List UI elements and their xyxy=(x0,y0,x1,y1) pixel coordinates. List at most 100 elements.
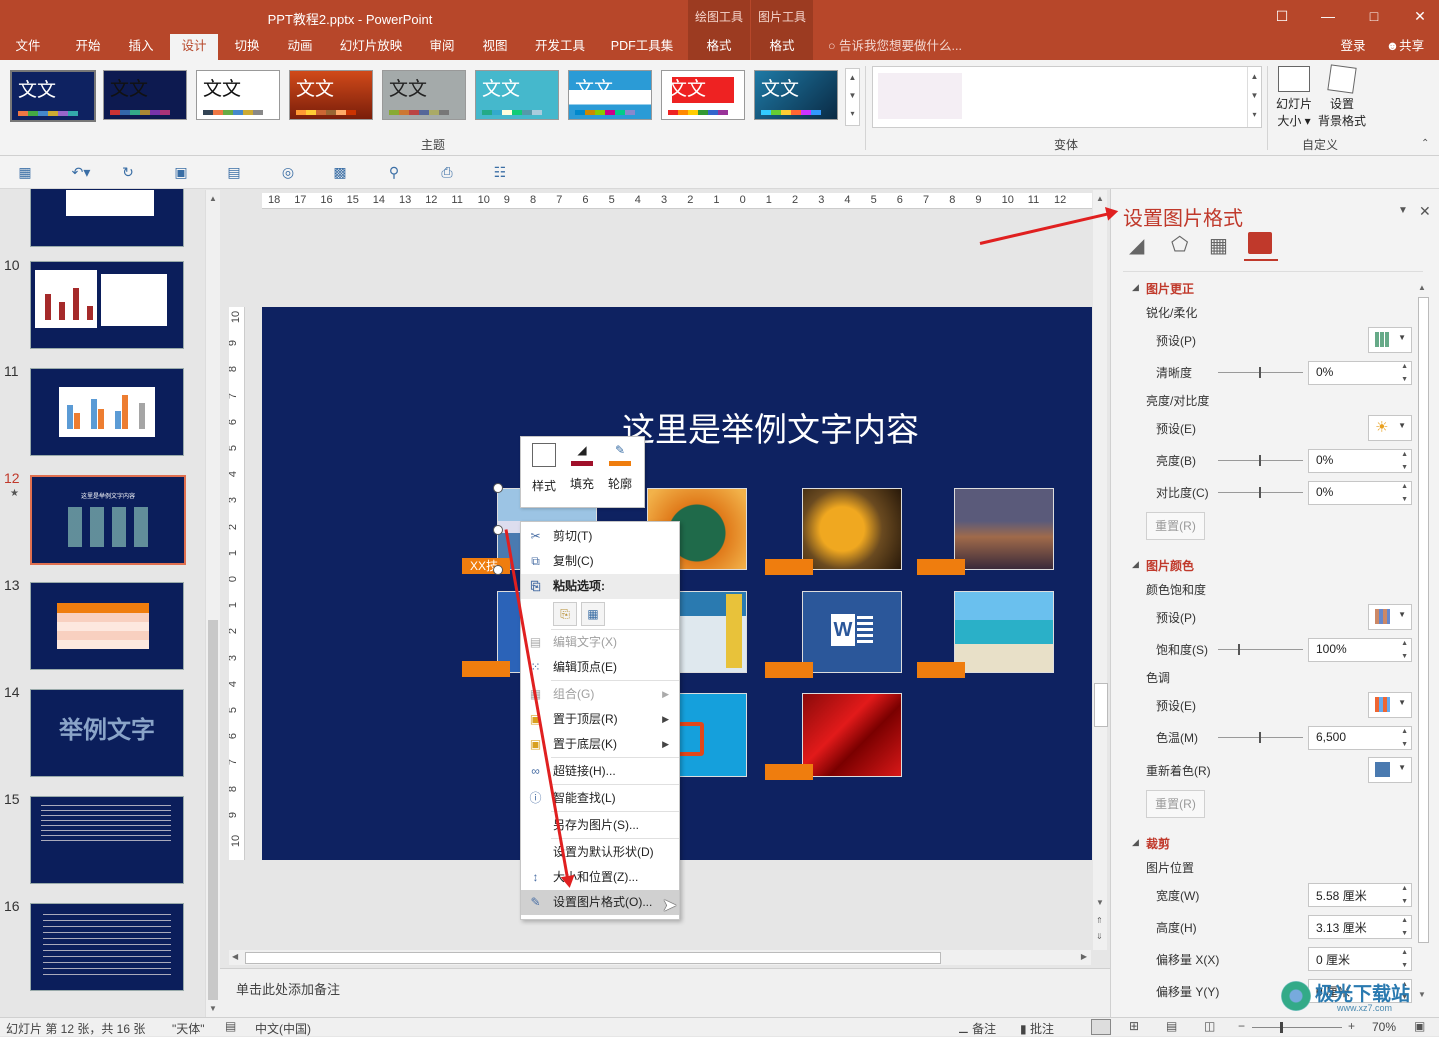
picture-caption-tag[interactable] xyxy=(462,661,510,677)
scroll-right-arrow[interactable]: ▶ xyxy=(1081,952,1087,961)
pane-close-icon[interactable]: ✕ xyxy=(1419,203,1431,220)
picture-caption-tag[interactable]: XX技 xyxy=(462,558,510,574)
scroll-up-arrow[interactable]: ▲ xyxy=(209,194,217,203)
scroll-left-arrow[interactable]: ◀ xyxy=(232,952,238,961)
picture-caption-tag[interactable] xyxy=(765,559,813,575)
theme-thumb-1[interactable]: 文文 xyxy=(10,70,96,122)
paste-keep-icon[interactable]: ⎘ xyxy=(553,602,577,626)
contrast-slider[interactable] xyxy=(1218,487,1303,498)
pane-options-icon[interactable]: ▼ xyxy=(1398,205,1408,216)
spin-down-icon[interactable]: ▼ xyxy=(1401,898,1408,905)
menu-cut[interactable]: ✂ 剪切(T) xyxy=(521,524,679,549)
comments-toggle[interactable]: ▮ 批注 xyxy=(1020,1020,1054,1037)
minimize-button[interactable]: — xyxy=(1305,0,1351,34)
saturation-slider-knob[interactable] xyxy=(1238,644,1240,655)
save-icon[interactable]: ▦ xyxy=(17,164,33,180)
slide-thumb-10[interactable] xyxy=(30,261,184,349)
menu-edit-text[interactable]: ▤ 编辑文字(X) xyxy=(521,630,679,655)
spin-up-icon[interactable]: ▲ xyxy=(1401,483,1408,490)
tab-design[interactable]: 设计 xyxy=(170,34,218,60)
thumbs-scroll-thumb[interactable] xyxy=(208,620,218,1000)
theme-gallery-scroll[interactable]: ▲ ▼ ▾ xyxy=(845,68,860,126)
picture-beach[interactable] xyxy=(954,591,1054,673)
menu-size-position[interactable]: ↕ 大小和位置(Z)... xyxy=(521,865,679,890)
layout-icon[interactable]: ▤ xyxy=(226,164,242,180)
spin-up-icon[interactable]: ▲ xyxy=(1401,640,1408,647)
picture-caption-tag[interactable] xyxy=(917,662,965,678)
variant-gallery-scroll[interactable]: ▲ ▼ ▾ xyxy=(1247,67,1261,127)
tab-insert[interactable]: 插入 xyxy=(117,34,165,60)
height-input[interactable]: 3.13 厘米 ▲ ▼ xyxy=(1308,915,1412,939)
scroll-up-arrow[interactable]: ▲ xyxy=(1096,194,1104,203)
collapse-ribbon-icon[interactable]: ⌃ xyxy=(1421,138,1429,149)
fill-button[interactable]: ◢ 填充 xyxy=(565,443,599,492)
effects-tab-icon[interactable]: ⬠ xyxy=(1171,232,1188,257)
theme-thumb-7[interactable]: 文文 xyxy=(568,70,652,120)
spin-up-icon[interactable]: ▲ xyxy=(1401,728,1408,735)
temperature-slider-knob[interactable] xyxy=(1259,732,1261,743)
reset-corrections-button[interactable]: 重置(R) xyxy=(1146,512,1205,540)
maximize-button[interactable]: □ xyxy=(1351,0,1397,34)
sharpen-preset-dropdown[interactable]: ▼ xyxy=(1368,327,1412,353)
previous-slide-icon[interactable]: ⇑ xyxy=(1096,916,1103,925)
new-slide-icon[interactable]: ▣ xyxy=(173,164,189,180)
zoom-level[interactable]: 70% xyxy=(1372,1020,1396,1034)
next-slide-icon[interactable]: ⇓ xyxy=(1096,932,1103,941)
saturation-input[interactable]: 100% ▲ ▼ xyxy=(1308,638,1412,662)
theme-thumb-3[interactable]: 文文 xyxy=(196,70,280,120)
spin-down-icon[interactable]: ▼ xyxy=(1401,653,1408,660)
size-tab-icon[interactable]: ▦ xyxy=(1209,233,1228,258)
contrast-slider-knob[interactable] xyxy=(1259,487,1261,498)
tab-view[interactable]: 视图 xyxy=(471,34,519,60)
spin-down-icon[interactable]: ▼ xyxy=(1401,962,1408,969)
slide-title[interactable]: 这里是举例文字内容 xyxy=(622,403,919,451)
theme-thumb-9[interactable]: 文文 xyxy=(754,70,838,120)
menu-copy[interactable]: ⧉ 复制(C) xyxy=(521,549,679,574)
collapse-arrow-icon[interactable]: ◢ xyxy=(1132,282,1139,293)
login-link[interactable]: 登录 xyxy=(1336,34,1370,60)
print-icon[interactable]: ⎙ xyxy=(439,164,455,180)
tab-slideshow[interactable]: 幻灯片放映 xyxy=(334,34,408,60)
section-picture-color[interactable]: 图片颜色 xyxy=(1146,557,1194,574)
collapse-arrow-icon[interactable]: ◢ xyxy=(1132,837,1139,848)
format-background-button[interactable]: 设置 背景格式 xyxy=(1316,64,1368,132)
picture-red-silk[interactable] xyxy=(802,693,902,777)
slide-thumb-16[interactable] xyxy=(30,903,184,991)
outline-button[interactable]: ✎ 轮廓 xyxy=(603,443,637,492)
variants-gallery[interactable]: ▲ ▼ ▾ xyxy=(872,66,1262,128)
spin-down-icon[interactable]: ▼ xyxy=(1401,741,1408,748)
brightness-slider-knob[interactable] xyxy=(1259,455,1261,466)
slide-scroll-thumb[interactable] xyxy=(1094,683,1108,727)
tab-transitions[interactable]: 切换 xyxy=(223,34,271,60)
saturation-preset-dropdown[interactable]: ▼ xyxy=(1368,604,1412,630)
paste-picture-icon[interactable]: ▦ xyxy=(581,602,605,626)
reading-view-icon[interactable]: ▤ xyxy=(1166,1019,1177,1033)
preview-icon[interactable]: ⚲ xyxy=(386,164,402,180)
reset-color-button[interactable]: 重置(R) xyxy=(1146,790,1205,818)
slide-size-button[interactable]: 幻灯片 大小 ▾ xyxy=(1273,64,1315,132)
recolor-dropdown[interactable]: ▼ xyxy=(1368,757,1412,783)
spin-down-icon[interactable]: ▼ xyxy=(1401,376,1408,383)
picture-tab-icon[interactable] xyxy=(1248,232,1272,254)
picture-caption-tag[interactable] xyxy=(765,764,813,780)
tab-animations[interactable]: 动画 xyxy=(276,34,324,60)
scroll-down-arrow[interactable]: ▼ xyxy=(209,1004,217,1013)
slide-thumb-11[interactable] xyxy=(30,368,184,456)
hscroll-thumb[interactable] xyxy=(245,952,941,964)
zoom-in-icon[interactable]: + xyxy=(1348,1019,1355,1033)
slide-sorter-icon[interactable]: ⊞ xyxy=(1129,1019,1139,1033)
tab-picture-format[interactable]: 格式 xyxy=(751,34,813,60)
tab-developer[interactable]: 开发工具 xyxy=(528,34,592,60)
tab-drawing-format[interactable]: 格式 xyxy=(688,34,750,60)
notes-pane[interactable]: 单击此处添加备注 xyxy=(220,968,1110,1017)
tab-home[interactable]: 开始 xyxy=(64,34,112,60)
spin-up-icon[interactable]: ▲ xyxy=(1401,917,1408,924)
tab-pdf[interactable]: PDF工具集 xyxy=(604,34,680,60)
variant-thumb[interactable] xyxy=(878,73,962,119)
presenter-icon[interactable]: ▩ xyxy=(332,164,348,180)
clarity-slider-knob[interactable] xyxy=(1259,367,1261,378)
slide-thumb-14[interactable]: 举例文字 xyxy=(30,689,184,777)
selection-handle[interactable] xyxy=(493,525,503,535)
close-button[interactable]: ✕ xyxy=(1397,0,1439,34)
theme-thumb-5[interactable]: 文文 xyxy=(382,70,466,120)
